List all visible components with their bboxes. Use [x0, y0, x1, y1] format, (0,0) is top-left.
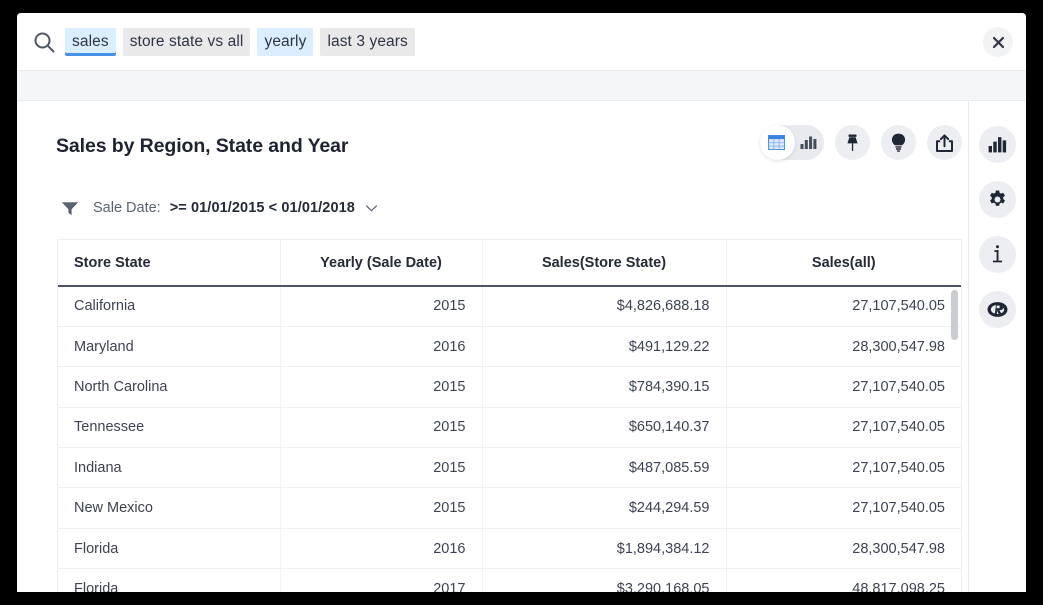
rail-charts-button[interactable]: [979, 126, 1016, 163]
search-chip-yearly[interactable]: yearly: [257, 28, 313, 56]
cell-sales-all: 27,107,540.05: [726, 407, 961, 447]
table-row[interactable]: Tennessee2015$650,140.3727,107,540.05: [58, 407, 961, 447]
cell-year: 2015: [280, 448, 482, 488]
info-icon: [991, 245, 1004, 264]
app-page: sales store state vs all yearly last 3 y…: [17, 13, 1026, 592]
page-title: Sales by Region, State and Year: [56, 135, 348, 158]
rail-settings-button[interactable]: [979, 181, 1016, 218]
cell-year: 2015: [280, 488, 482, 528]
table-view-toggle[interactable]: [760, 125, 792, 160]
column-header-yearly-sale-date[interactable]: Yearly (Sale Date): [280, 240, 482, 286]
window-frame: sales store state vs all yearly last 3 y…: [0, 0, 1043, 605]
cell-store-state: Indiana: [58, 448, 280, 488]
cell-sales-all: 27,107,540.05: [726, 488, 961, 528]
cell-sales-all: 28,300,547.98: [726, 528, 961, 568]
cell-sales-all: 28,300,547.98: [726, 326, 961, 366]
chevron-down-icon[interactable]: [366, 205, 377, 212]
insights-button[interactable]: [881, 125, 916, 160]
table-icon: [768, 135, 785, 150]
column-header-sales-all[interactable]: Sales(all): [726, 240, 961, 286]
table-row[interactable]: New Mexico2015$244,294.5927,107,540.05: [58, 488, 961, 528]
share-button[interactable]: [927, 125, 962, 160]
filter-row[interactable]: Sale Date: >= 01/01/2015 < 01/01/2018: [61, 197, 377, 219]
table-row[interactable]: Indiana2015$487,085.5927,107,540.05: [58, 448, 961, 488]
cell-sales-store-state: $650,140.37: [482, 407, 726, 447]
cell-store-state: Florida: [58, 528, 280, 568]
pin-button[interactable]: [835, 125, 870, 160]
cell-sales-all: 27,107,540.05: [726, 286, 961, 326]
table-row[interactable]: Florida2017$3,290,168.0548,817,098.25: [58, 569, 961, 592]
filter-icon: [61, 201, 79, 216]
view-toggle[interactable]: [760, 125, 824, 160]
gear-icon: [988, 190, 1007, 209]
cell-store-state: North Carolina: [58, 367, 280, 407]
filter-label: Sale Date:: [93, 200, 161, 216]
cell-sales-store-state: $3,290,168.05: [482, 569, 726, 592]
cell-year: 2017: [280, 569, 482, 592]
cell-sales-store-state: $4,826,688.18: [482, 286, 726, 326]
column-header-store-state[interactable]: Store State: [58, 240, 280, 286]
cell-sales-store-state: $784,390.15: [482, 367, 726, 407]
right-rail: [969, 101, 1026, 592]
table-row[interactable]: California2015$4,826,688.1827,107,540.05: [58, 286, 961, 326]
cell-store-state: Maryland: [58, 326, 280, 366]
table-scrollbar-thumb[interactable]: [951, 290, 958, 340]
cell-sales-store-state: $244,294.59: [482, 488, 726, 528]
bar-chart-icon: [800, 135, 817, 150]
search-chip-sales[interactable]: sales: [65, 28, 116, 56]
rail-r-button[interactable]: [979, 291, 1016, 328]
table-row[interactable]: Maryland2016$491,129.2228,300,547.98: [58, 326, 961, 366]
close-button[interactable]: [983, 27, 1013, 57]
cell-store-state: California: [58, 286, 280, 326]
column-header-sales-store-state[interactable]: Sales(Store State): [482, 240, 726, 286]
lightbulb-icon: [891, 133, 906, 152]
search-chips[interactable]: sales store state vs all yearly last 3 y…: [65, 26, 415, 57]
cell-year: 2015: [280, 407, 482, 447]
bar-chart-icon: [988, 136, 1007, 153]
table-header-row: Store State Yearly (Sale Date) Sales(Sto…: [58, 240, 961, 286]
cell-sales-store-state: $491,129.22: [482, 326, 726, 366]
search-icon: [32, 30, 56, 54]
share-upload-icon: [936, 134, 953, 152]
cell-sales-store-state: $1,894,384.12: [482, 528, 726, 568]
close-icon: [992, 36, 1005, 49]
table-row[interactable]: Florida2016$1,894,384.1228,300,547.98: [58, 528, 961, 568]
search-chip-store-state-vs-all[interactable]: store state vs all: [123, 28, 251, 56]
cell-sales-store-state: $487,085.59: [482, 448, 726, 488]
cell-store-state: Tennessee: [58, 407, 280, 447]
cell-year: 2015: [280, 367, 482, 407]
cell-year: 2016: [280, 528, 482, 568]
filter-value[interactable]: >= 01/01/2015 < 01/01/2018: [170, 200, 355, 216]
cell-sales-all: 27,107,540.05: [726, 367, 961, 407]
results-table: Store State Yearly (Sale Date) Sales(Sto…: [57, 239, 962, 592]
chart-view-toggle[interactable]: [792, 125, 824, 160]
pin-icon: [844, 134, 861, 152]
r-logo-icon: [987, 299, 1008, 320]
cell-store-state: New Mexico: [58, 488, 280, 528]
cell-year: 2016: [280, 326, 482, 366]
toolbar-band: [17, 70, 1026, 101]
rail-info-button[interactable]: [979, 236, 1016, 273]
cell-sales-all: 48,817,098.25: [726, 569, 961, 592]
cell-sales-all: 27,107,540.05: [726, 448, 961, 488]
cell-year: 2015: [280, 286, 482, 326]
search-bar: sales store state vs all yearly last 3 y…: [17, 13, 1026, 70]
search-chip-last-3-years[interactable]: last 3 years: [320, 28, 414, 56]
cell-store-state: Florida: [58, 569, 280, 592]
table-row[interactable]: North Carolina2015$784,390.1527,107,540.…: [58, 367, 961, 407]
